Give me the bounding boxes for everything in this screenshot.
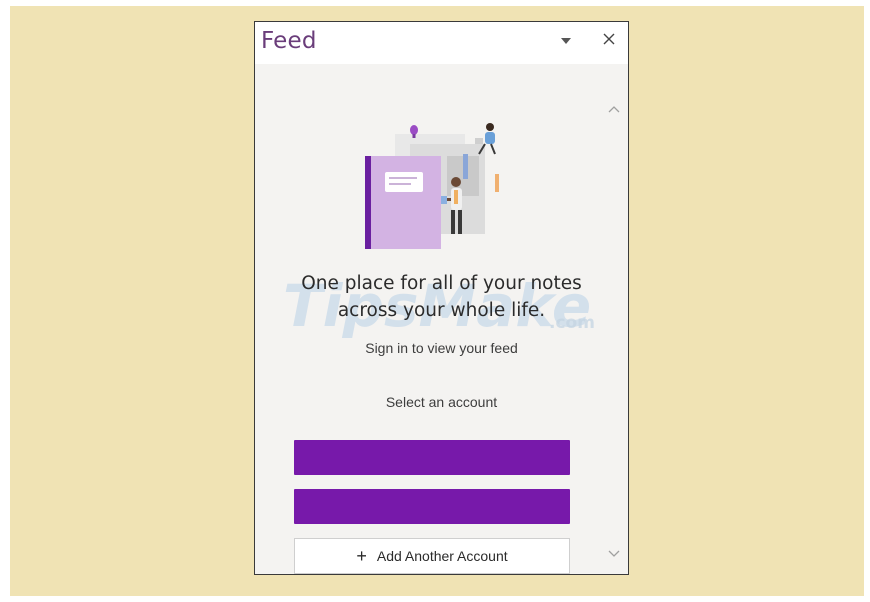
pane-options-button[interactable] [555,30,577,52]
sign-in-subtext: Sign in to view your feed [365,340,518,356]
pane-title: Feed [261,28,317,54]
add-another-account-button[interactable]: + Add Another Account [294,538,570,574]
headline-line-2: across your whole life. [337,300,546,321]
add-account-label: Add Another Account [376,548,508,564]
notebook-illustration [365,123,499,249]
account-button-2[interactable] [294,489,570,524]
account-button-1[interactable] [294,440,570,475]
headline: One place for all of your notes across y… [255,270,628,324]
chevron-down-icon [608,550,620,557]
close-button[interactable] [598,28,620,50]
close-icon [603,33,615,45]
plus-icon: + [356,546,367,566]
pane-titlebar: Feed [255,22,628,64]
feed-pane: Feed TipsMake .com One place for all of … [254,21,629,575]
scroll-up-button[interactable] [605,102,623,116]
chevron-down-icon [561,38,571,44]
headline-line-1: One place for all of your notes [301,273,582,294]
chevron-up-icon [608,105,620,112]
feed-content: TipsMake .com One place for all of your … [255,64,628,574]
select-account-label: Select an account [385,394,498,410]
scroll-down-button[interactable] [605,546,623,560]
